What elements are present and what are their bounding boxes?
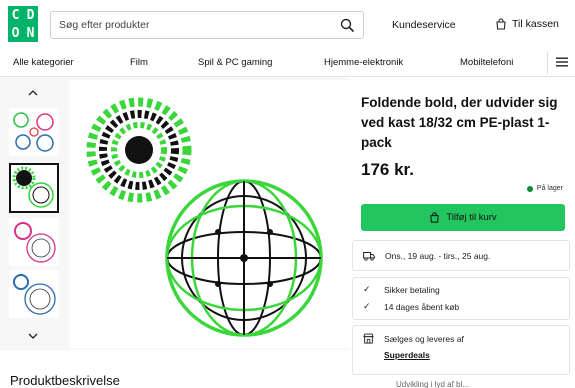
nav-item-home-electronics[interactable]: Hjemme-elektronik — [324, 57, 403, 68]
nav-divider — [547, 52, 548, 74]
product-price: 176 kr. — [361, 160, 414, 179]
thumbnail-1[interactable] — [9, 108, 59, 156]
stock-dot-icon — [526, 185, 533, 192]
expanded-ball — [165, 179, 323, 337]
product-description-heading: Produktbeskrivelse — [10, 373, 120, 388]
seller-name-link[interactable]: Superdeals — [384, 350, 430, 360]
benefit-label: Sikker betaling — [384, 284, 440, 295]
check-icon: ✓ — [363, 301, 371, 311]
search-icon[interactable] — [340, 18, 354, 32]
chevron-down-icon[interactable] — [27, 331, 39, 341]
delivery-row: Ons., 19 aug. - tirs., 25 aug. — [363, 251, 490, 261]
add-to-cart-button[interactable]: Tilføj til kurv — [361, 204, 565, 231]
seller-box: Sælges og leveres af Superdeals — [352, 325, 570, 375]
nav-item-mobile[interactable]: Mobiltelefoni — [460, 57, 513, 68]
logo-letter-c: C — [11, 7, 20, 23]
main-product-image[interactable] — [69, 80, 350, 348]
header: C D O N Kundeservice Til kassen — [0, 0, 575, 48]
add-to-cart-label: Tilføj til kurv — [446, 212, 497, 223]
logo-letter-d: D — [26, 7, 35, 23]
benefits-box: ✓ Sikker betaling ✓ 14 dages åbent køb — [352, 277, 570, 320]
thumbnail-image — [13, 274, 56, 315]
product-title: Foldende bold, der udvider sig ved kast … — [361, 95, 558, 150]
benefit-open-purchase: ✓ 14 dages åbent køb — [363, 301, 459, 312]
category-nav: Alle kategorier Film Spil & PC gaming Hj… — [0, 48, 575, 77]
seller-row: Sælges og leveres af — [363, 333, 464, 344]
seller-text: Sælges og leveres af — [384, 333, 464, 344]
benefit-secure-payment: ✓ Sikker betaling — [363, 284, 440, 295]
logo-letter-o: O — [11, 25, 20, 41]
thumbnail-4[interactable] — [9, 270, 59, 318]
nav-item-all-categories[interactable]: Alle kategorier — [13, 57, 74, 68]
shopping-bag-icon — [430, 212, 440, 223]
collapsed-ball — [86, 97, 192, 203]
thumbnail-3[interactable] — [9, 218, 59, 266]
shopping-bag-icon — [496, 18, 506, 30]
nav-item-games-pc[interactable]: Spil & PC gaming — [198, 57, 272, 68]
chevron-up-icon[interactable] — [27, 88, 39, 98]
product-photo — [86, 97, 323, 337]
stock-label: På lager — [536, 185, 563, 192]
check-icon: ✓ — [363, 284, 371, 294]
stock-status: På lager — [526, 185, 563, 192]
thumbnail-image — [13, 112, 54, 152]
search-input[interactable] — [59, 16, 329, 34]
truck-icon — [363, 252, 375, 261]
delivery-date: Ons., 19 aug. - tirs., 25 aug. — [385, 251, 491, 261]
nav-item-film[interactable]: Film — [130, 57, 148, 68]
checkout-button[interactable]: Til kassen — [495, 16, 559, 32]
thumbnail-2-selected[interactable] — [9, 163, 59, 213]
search-bar — [50, 11, 364, 39]
customer-service-link[interactable]: Kundeservice — [392, 19, 456, 31]
logo-letter-n: N — [26, 25, 35, 41]
cutoff-text: Udvikling i lyd af bl... — [396, 380, 469, 388]
store-icon — [363, 333, 374, 344]
cdon-logo[interactable]: C D O N — [8, 6, 38, 42]
hamburger-menu-icon[interactable] — [555, 55, 569, 69]
checkout-label: Til kassen — [512, 18, 559, 30]
benefit-label: 14 dages åbent køb — [384, 301, 460, 312]
thumbnail-image — [12, 166, 54, 208]
thumbnail-image — [14, 222, 56, 263]
delivery-box: Ons., 19 aug. - tirs., 25 aug. — [352, 240, 570, 271]
